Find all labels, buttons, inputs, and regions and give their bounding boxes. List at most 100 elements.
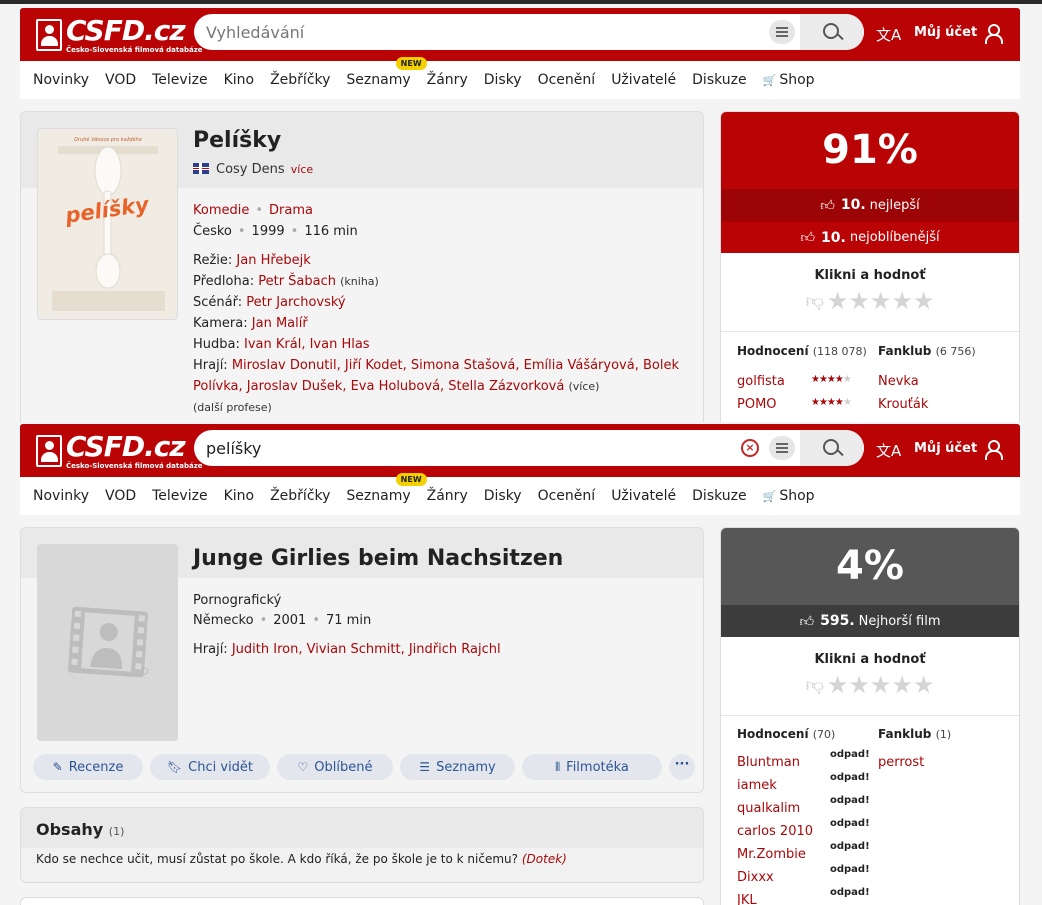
csfd-logo[interactable]: CSFD.cz Česko-Slovenská filmová databáze bbox=[36, 430, 203, 471]
nav-oceneni[interactable]: Ocenění bbox=[538, 488, 596, 504]
user-link[interactable]: carlos 2010 bbox=[737, 824, 813, 839]
nav-oceneni[interactable]: Ocenění bbox=[538, 72, 596, 88]
new-badge: NEW bbox=[395, 473, 427, 486]
user-rating-row: qualkalim odpad! bbox=[737, 795, 870, 818]
list-icon: ☰ bbox=[419, 760, 431, 774]
star-icon[interactable]: ★ bbox=[913, 671, 935, 699]
nav-diskuze[interactable]: Diskuze bbox=[692, 488, 746, 504]
nav-vod[interactable]: VOD bbox=[105, 72, 136, 88]
more-professions-link[interactable]: (další profese) bbox=[193, 401, 272, 414]
filmoteka-button[interactable]: ⫴ Filmotéka bbox=[522, 754, 662, 780]
review-button[interactable]: ✎ Recenze bbox=[33, 754, 143, 780]
rating-percent: 91% bbox=[721, 112, 1019, 189]
rate-stars[interactable]: 👎︎ ★ ★ ★ ★ ★ bbox=[721, 287, 1019, 315]
user-link[interactable]: golfista bbox=[737, 374, 785, 389]
language-icon[interactable]: 文A bbox=[876, 440, 901, 461]
search-button[interactable] bbox=[800, 14, 864, 50]
ratings-column: Hodnocení (118 078) golfista ★★★★★ POMO ★★… bbox=[737, 344, 867, 414]
user-link[interactable]: Mr.Zombie bbox=[737, 847, 806, 862]
music-link[interactable]: Ivan Král, Ivan Hlas bbox=[244, 337, 370, 352]
source-author-link[interactable]: Petr Šabach bbox=[258, 274, 336, 289]
search-input[interactable] bbox=[206, 437, 726, 459]
nav-shop[interactable]: 🛒 Shop bbox=[763, 488, 815, 504]
account-link[interactable]: Můj účet bbox=[914, 441, 977, 456]
user-link[interactable]: Dixxx bbox=[737, 870, 774, 885]
user-icon[interactable] bbox=[984, 440, 1003, 460]
film-poster-placeholder bbox=[37, 544, 178, 741]
nav-diskuze[interactable]: Diskuze bbox=[692, 72, 746, 88]
clear-search-icon[interactable]: × bbox=[741, 439, 759, 457]
rating-box: 91% 👍︎ 10. nejlepší 👍︎ 10. nejoblíbenější Kl… bbox=[720, 111, 1020, 422]
user-link[interactable]: iamek bbox=[737, 778, 777, 793]
star-icon[interactable]: ★ bbox=[870, 287, 892, 315]
fan-link[interactable]: perrost bbox=[878, 755, 924, 770]
user-link[interactable]: POMO bbox=[737, 397, 777, 412]
cart-icon: 🛒 bbox=[762, 74, 777, 87]
director-link[interactable]: Jan Hřebejk bbox=[236, 253, 310, 268]
nav-vod[interactable]: VOD bbox=[105, 488, 136, 504]
cast-links-cont[interactable]: Polívka, Jaroslav Dušek, Eva Holubová, S… bbox=[193, 379, 564, 394]
plot-author-link[interactable]: (Dotek) bbox=[522, 852, 567, 866]
star-icon[interactable]: ★ bbox=[891, 287, 913, 315]
rank-worst[interactable]: 👍︎ 595. Nejhorší film bbox=[721, 605, 1019, 637]
csfd-logo[interactable]: CSFD.cz Česko-Slovenská filmová databáze bbox=[36, 14, 203, 55]
thumbs-down-icon[interactable]: 👎︎ bbox=[806, 674, 824, 696]
cast-more-link[interactable]: (více) bbox=[568, 380, 599, 393]
fan-link[interactable]: Krouťák bbox=[878, 397, 928, 412]
user-icon[interactable] bbox=[984, 24, 1003, 44]
nav-kino[interactable]: Kino bbox=[224, 72, 255, 88]
nav-televize[interactable]: Televize bbox=[152, 72, 207, 88]
trash-rating: odpad! bbox=[830, 772, 870, 783]
search-filter-icon[interactable] bbox=[769, 20, 795, 44]
star-icon[interactable]: ★ bbox=[870, 671, 892, 699]
nav-kino[interactable]: Kino bbox=[224, 488, 255, 504]
nav-shop[interactable]: 🛒 Shop bbox=[763, 72, 815, 88]
star-icon[interactable]: ★ bbox=[891, 671, 913, 699]
film-year: 1999 bbox=[251, 224, 285, 239]
rank-best[interactable]: 👍︎ 10. nejlepší bbox=[721, 189, 1019, 221]
want-to-see-button[interactable]: 🔖︎ Chci vidět bbox=[150, 754, 270, 780]
writer-link[interactable]: Petr Jarchovský bbox=[246, 295, 345, 310]
star-icon[interactable]: ★ bbox=[827, 287, 849, 315]
user-link[interactable]: qualkalim bbox=[737, 801, 800, 816]
nav-zebricky[interactable]: Žebříčky bbox=[270, 72, 330, 88]
lists-button[interactable]: ☰ Seznamy bbox=[400, 754, 515, 780]
nav-seznamy[interactable]: Seznamy NEW bbox=[346, 473, 427, 504]
star-icon[interactable]: ★ bbox=[827, 671, 849, 699]
user-link[interactable]: JKL bbox=[737, 893, 757, 905]
nav-novinky[interactable]: Novinky bbox=[33, 72, 89, 88]
nav-disky[interactable]: Disky bbox=[484, 72, 522, 88]
search-filter-icon[interactable] bbox=[769, 436, 795, 460]
star-icon[interactable]: ★ bbox=[848, 671, 870, 699]
nav-zebricky[interactable]: Žebříčky bbox=[270, 488, 330, 504]
thumbs-down-icon[interactable]: 👎︎ bbox=[806, 290, 824, 312]
alt-title-more-link[interactable]: více bbox=[291, 163, 313, 176]
fan-link[interactable]: Nevka bbox=[878, 374, 919, 389]
nav-seznamy[interactable]: Seznamy NEW bbox=[346, 57, 427, 88]
nav-novinky[interactable]: Novinky bbox=[33, 488, 89, 504]
search-input[interactable] bbox=[206, 21, 726, 43]
account-link[interactable]: Můj účet bbox=[914, 25, 977, 40]
star-icon[interactable]: ★ bbox=[848, 287, 870, 315]
genre-link[interactable]: Komedie bbox=[193, 203, 249, 218]
nav-uzivatele[interactable]: Uživatelé bbox=[611, 72, 676, 88]
language-icon[interactable]: 文A bbox=[876, 24, 901, 45]
rank-favorite[interactable]: 👍︎ 10. nejoblíbenější bbox=[721, 221, 1019, 253]
search-button[interactable] bbox=[800, 430, 864, 466]
star-icon[interactable]: ★ bbox=[913, 287, 935, 315]
nav-televize[interactable]: Televize bbox=[152, 488, 207, 504]
cast-links[interactable]: Miroslav Donutil, Jiří Kodet, Simona Sta… bbox=[232, 358, 679, 373]
nav-zanry[interactable]: Žánry bbox=[427, 72, 468, 88]
cast-links[interactable]: Judith Iron, Vivian Schmitt, Jindřich Ra… bbox=[232, 642, 501, 657]
heart-icon: ♡ bbox=[297, 760, 309, 774]
camera-link[interactable]: Jan Malíř bbox=[252, 316, 308, 331]
nav-zanry[interactable]: Žánry bbox=[427, 488, 468, 504]
film-poster[interactable]: Druhé Vánoce pro každého pelíšky bbox=[37, 128, 178, 320]
nav-uzivatele[interactable]: Uživatelé bbox=[611, 488, 676, 504]
nav-disky[interactable]: Disky bbox=[484, 488, 522, 504]
more-actions-button[interactable]: ··· bbox=[669, 754, 695, 780]
rate-stars[interactable]: 👎︎ ★ ★ ★ ★ ★ bbox=[721, 671, 1019, 699]
genre-link[interactable]: Drama bbox=[269, 203, 313, 218]
favorite-button[interactable]: ♡ Oblíbené bbox=[277, 754, 393, 780]
user-link[interactable]: Bluntman bbox=[737, 755, 800, 770]
